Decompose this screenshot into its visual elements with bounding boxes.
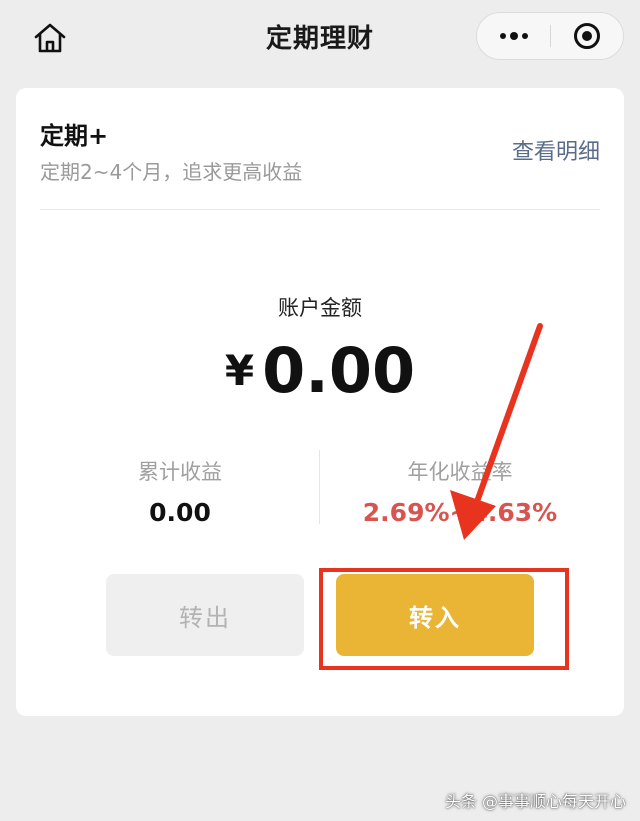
mini-program-capsule	[476, 12, 624, 60]
cumulative-earnings-label: 累计收益	[138, 460, 222, 484]
account-balance: ¥0.00	[16, 336, 624, 408]
target-close-icon	[574, 23, 600, 49]
account-balance-value: 0.00	[262, 334, 416, 407]
more-button[interactable]	[477, 13, 551, 59]
annualized-rate-value: 2.69%~4.63%	[362, 498, 558, 527]
transfer-in-button[interactable]: 转入	[336, 574, 534, 656]
transfer-out-button[interactable]: 转出	[106, 574, 304, 656]
annualized-rate: 年化收益率 2.69%~4.63%	[340, 456, 580, 527]
product-description: 定期2~4个月，追求更高收益	[40, 160, 303, 184]
close-button[interactable]	[551, 13, 623, 59]
more-dots-icon	[500, 32, 528, 40]
account-balance-label: 账户金额	[278, 296, 362, 320]
stats-divider	[319, 450, 320, 524]
card-divider	[40, 209, 600, 210]
cumulative-earnings: 累计收益 0.00	[60, 456, 300, 527]
view-details-link[interactable]: 查看明细	[512, 134, 600, 166]
annualized-rate-label: 年化收益率	[407, 460, 513, 484]
navigation-bar: 定期理财	[0, 0, 640, 76]
product-title: 定期+	[40, 122, 109, 150]
currency-symbol: ¥	[224, 346, 255, 395]
watermark: 头条 @事事顺心每天开心	[444, 792, 626, 811]
cumulative-earnings-value: 0.00	[149, 498, 211, 527]
product-card: 定期+ 定期2~4个月，追求更高收益 查看明细 账户金额 ¥0.00 累计收益 …	[16, 88, 624, 716]
